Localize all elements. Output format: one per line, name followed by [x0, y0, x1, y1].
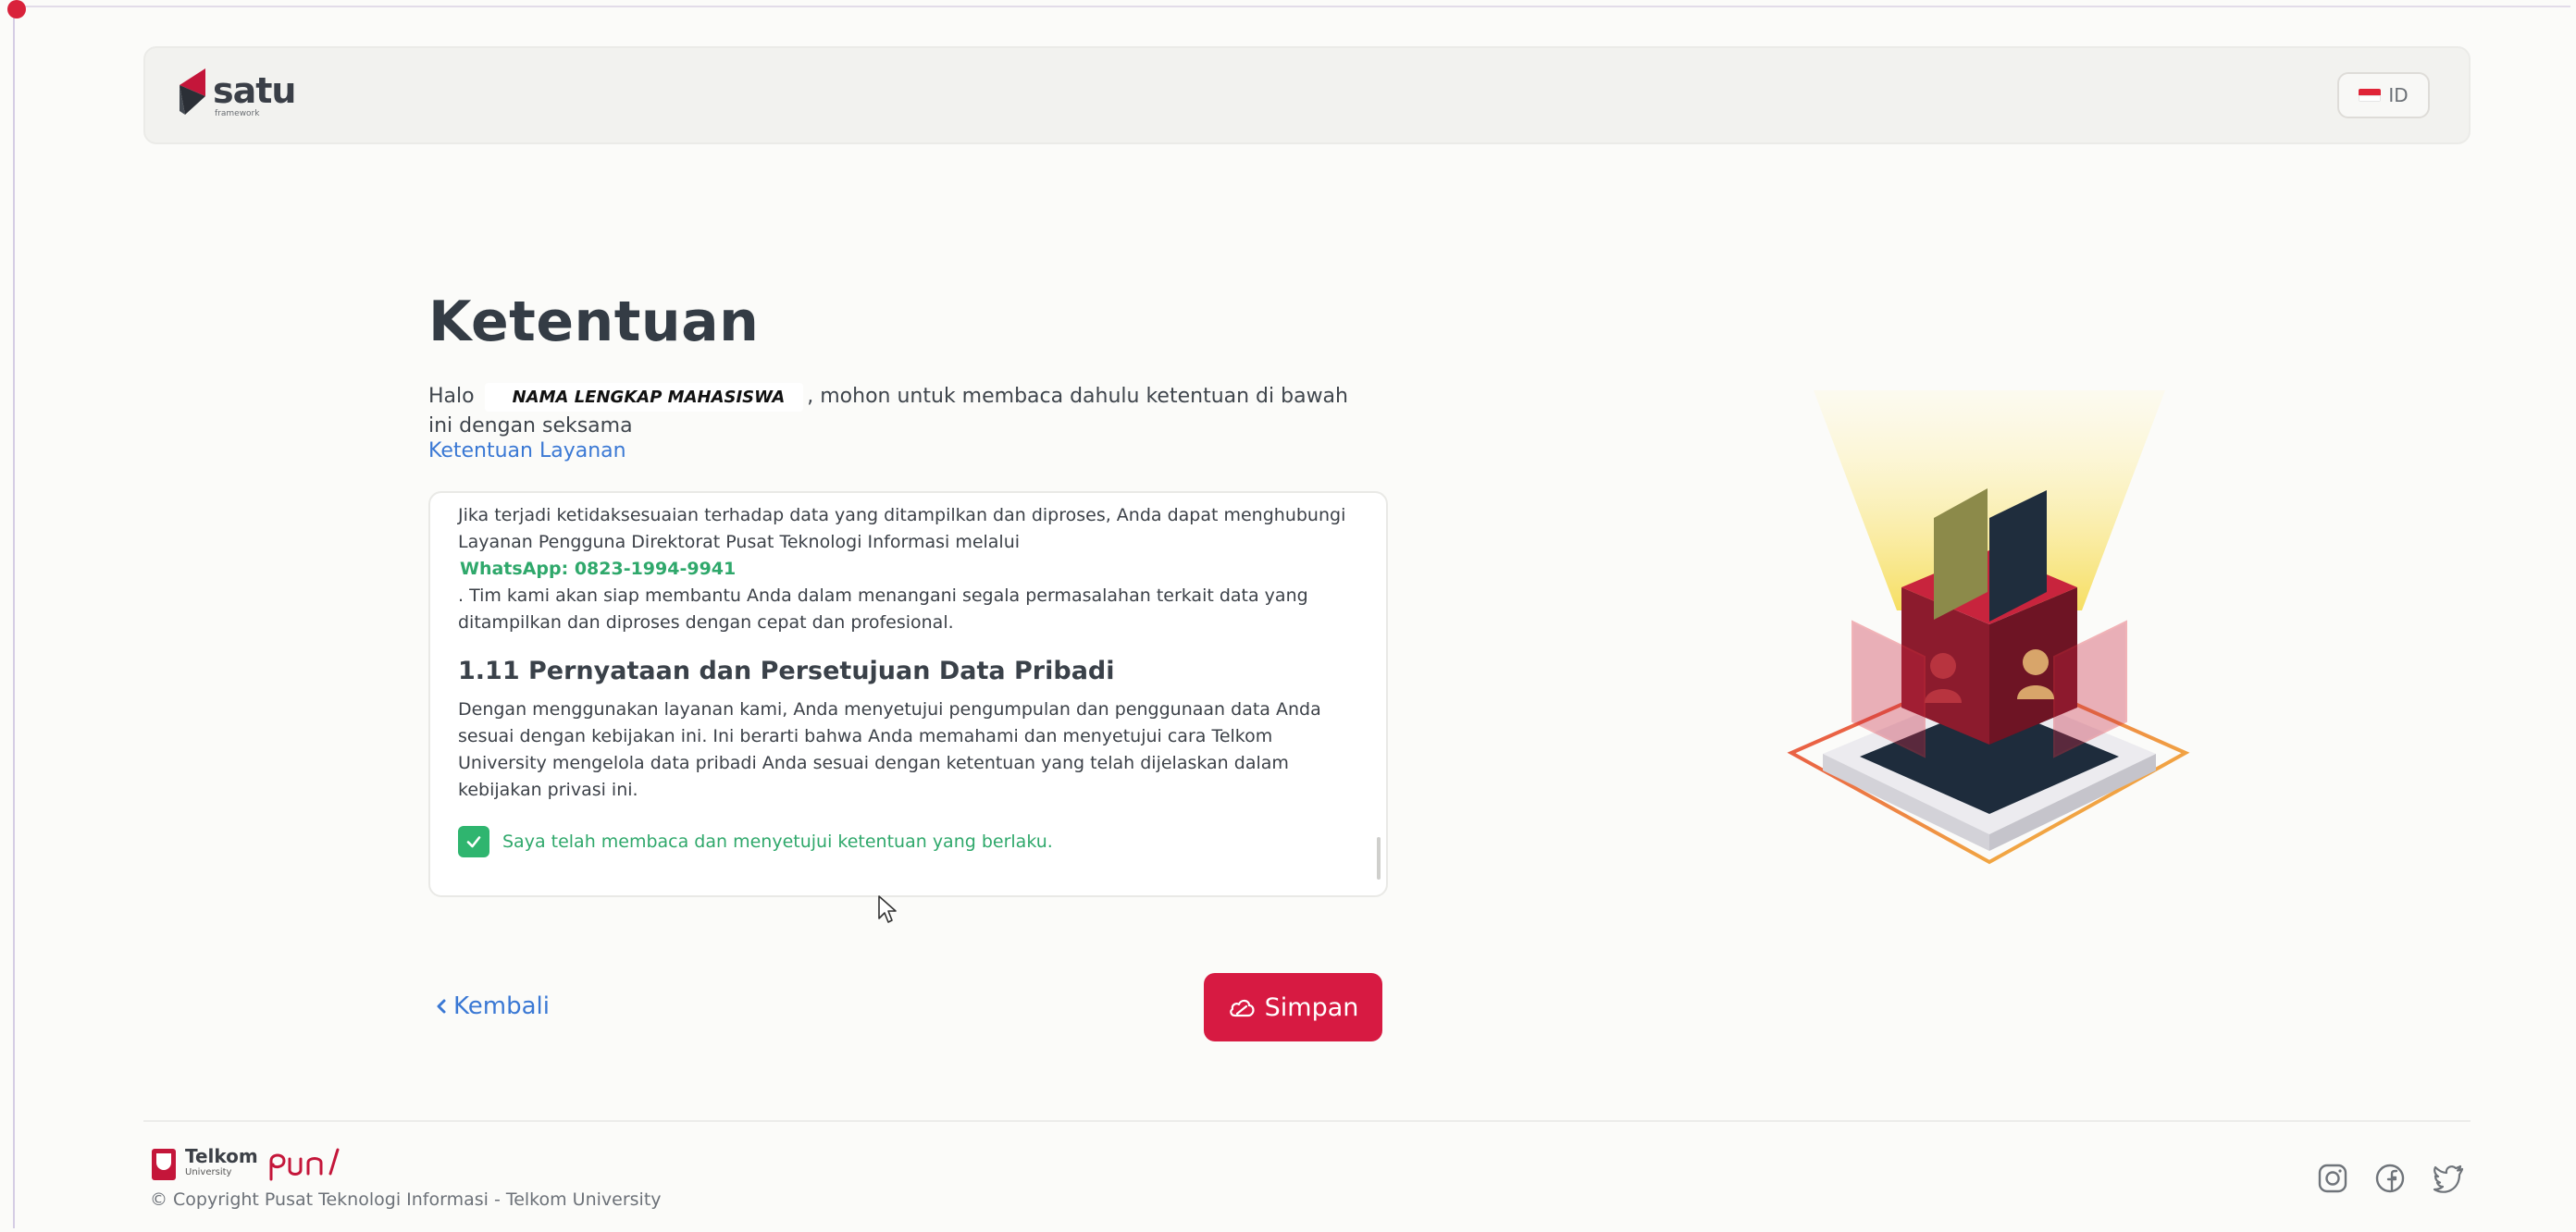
whatsapp-link[interactable]: WhatsApp: 0823-1994-9941: [458, 556, 1349, 583]
data-cube-illustration: [1787, 390, 2190, 865]
save-button[interactable]: Simpan: [1204, 973, 1382, 1041]
page-title: Ketentuan: [428, 290, 760, 354]
mouse-cursor-icon: [877, 894, 898, 928]
student-name: NAMA LENGKAP MAHASISWA: [484, 383, 804, 412]
consent-row[interactable]: Saya telah membaca dan menyetujui ketent…: [458, 826, 1349, 857]
consent-label: Saya telah membaca dan menyetujui ketent…: [502, 832, 1053, 852]
terms-scroll-panel[interactable]: Jika terjadi ketidaksesuaian terhadap da…: [428, 491, 1388, 897]
telkom-wordmark: Telkom University: [185, 1147, 258, 1181]
back-label: Kembali: [453, 992, 550, 1020]
scrollbar-thumb[interactable]: [1377, 837, 1381, 880]
terms-of-service-link[interactable]: Ketentuan Layanan: [428, 439, 626, 462]
save-label: Simpan: [1264, 992, 1359, 1022]
check-icon: [466, 836, 481, 848]
satu-logo-icon: [180, 68, 205, 115]
footer-divider: [143, 1120, 2471, 1122]
telkom-logo-icon: [152, 1149, 176, 1180]
contact-paragraph: Jika terjadi ketidaksesuaian terhadap da…: [458, 505, 1346, 552]
indonesia-flag-icon: [2359, 89, 2382, 102]
top-navbar: satu framework ID: [143, 46, 2471, 144]
footer-logos: Telkom University: [152, 1144, 356, 1185]
logo-subtitle: framework: [215, 109, 260, 118]
cloud-save-icon: [1229, 999, 1255, 1017]
language-switcher[interactable]: ID: [2337, 72, 2430, 118]
copyright-text: © Copyright Pusat Teknologi Informasi - …: [150, 1189, 662, 1210]
intro-text: Halo NAMA LENGKAP MAHASISWA, mohon untuk…: [428, 382, 1354, 440]
language-label: ID: [2388, 84, 2409, 106]
section-title: 1.11 Pernyataan dan Persetujuan Data Pri…: [458, 657, 1115, 685]
twitter-icon[interactable]: [2432, 1162, 2465, 1195]
contact-followup-paragraph: . Tim kami akan siap membantu Anda dalam…: [458, 585, 1308, 633]
satu-logo[interactable]: satu framework: [178, 68, 296, 124]
corner-indicator: [7, 0, 26, 18]
consent-checkbox[interactable]: [458, 826, 489, 857]
puni-logo: [269, 1148, 340, 1181]
logo-wordmark: satu: [213, 70, 296, 111]
back-button[interactable]: Kembali: [435, 992, 550, 1020]
chevron-left-icon: [437, 999, 446, 1014]
facebook-icon[interactable]: [2373, 1162, 2407, 1195]
greeting: Halo: [428, 385, 475, 408]
section-body: Dengan menggunakan layanan kami, Anda me…: [458, 699, 1321, 800]
instagram-icon[interactable]: [2316, 1162, 2349, 1195]
